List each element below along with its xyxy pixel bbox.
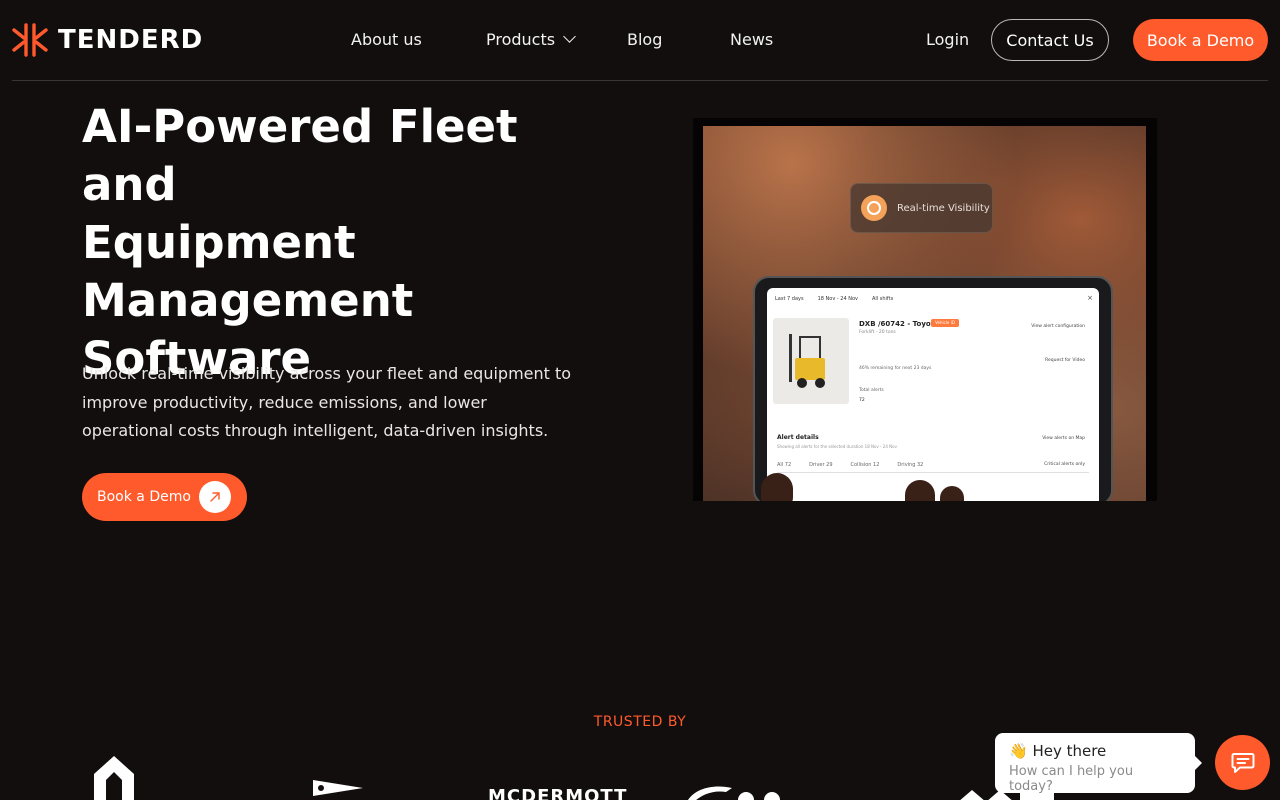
screen-total-value: 72	[859, 398, 865, 403]
chevron-down-icon	[563, 30, 576, 43]
login-link[interactable]: Login	[926, 30, 969, 49]
contact-us-button[interactable]: Contact Us	[991, 19, 1109, 61]
tablet-mockup: Last 7 days 18 Nov - 24 Nov All shifts ×…	[753, 276, 1113, 501]
screen-tab: Driving 32	[897, 462, 924, 468]
clock-icon	[861, 195, 887, 221]
realtime-visibility-label: Real-time Visibility	[897, 202, 990, 214]
hero-subtitle: Unlock real-time visibility across your …	[82, 364, 572, 440]
screen-view-alert-config: View alert configuration	[1031, 324, 1085, 329]
hero-title-line: Management	[82, 274, 414, 327]
screen-critical-only: Critical alerts only	[1044, 462, 1085, 467]
client-logo-flag-icon	[313, 780, 363, 796]
nav-products-label: Products	[486, 30, 556, 49]
tablet-screen: Last 7 days 18 Nov - 24 Nov All shifts ×…	[767, 288, 1099, 501]
chat-greeting: 👋 Hey there	[1009, 742, 1107, 760]
client-logo-arrow-icon	[94, 756, 134, 800]
screen-alert-details-sub: Showing all alerts for the selected dura…	[777, 444, 897, 449]
hero-title-line: Equipment	[82, 216, 356, 269]
screen-filter: 18 Nov - 24 Nov	[817, 296, 858, 302]
arrow-up-right-icon	[199, 481, 231, 513]
brand-name: TENDERD	[58, 25, 204, 55]
realtime-visibility-pill: Real-time Visibility	[850, 183, 993, 233]
screen-request-video: Request for Video	[1045, 358, 1085, 363]
screen-filter: Last 7 days	[775, 296, 804, 302]
chat-prompt: How can I help you today?	[1009, 764, 1134, 794]
book-demo-header-button[interactable]: Book a Demo	[1133, 19, 1268, 61]
hero-image: Real-time Visibility Last 7 days 18 Nov …	[693, 118, 1157, 501]
chat-open-button[interactable]	[1215, 735, 1270, 790]
screen-tab: All 72	[777, 462, 792, 468]
nav-news[interactable]: News	[730, 30, 773, 49]
screen-vehicle-title: DXB /60742 - Toyota	[859, 320, 939, 328]
chat-icon	[1231, 752, 1254, 773]
book-demo-hero-label: Book a Demo	[97, 489, 191, 505]
brand-logo[interactable]: TENDERD	[12, 22, 203, 58]
screen-tabs: All 72 Driver 29 Collision 12 Driving 32	[777, 462, 923, 468]
hero-title-line: AI-Powered Fleet and	[82, 100, 518, 211]
client-logo-mcdermott: MCDERMOTT	[488, 786, 628, 800]
screen-vehicle-sub: Forklift - 20 tons	[859, 330, 896, 335]
screen-filter: All shifts	[871, 296, 894, 302]
client-logo-wing-icon	[688, 786, 780, 800]
hand-finger	[761, 473, 793, 501]
nav-products[interactable]: Products	[486, 30, 576, 49]
screen-tab: Collision 12	[850, 462, 880, 468]
screen-view-on-map: View alerts on Map	[1042, 436, 1085, 441]
close-icon: ×	[1087, 294, 1093, 302]
hero-title: AI-Powered Fleet and Equipment Managemen…	[82, 98, 602, 388]
screen-vehicle-badge: Vehicle ID	[931, 319, 959, 327]
screen-filters: Last 7 days 18 Nov - 24 Nov All shifts	[775, 296, 893, 302]
forklift-image	[773, 318, 849, 404]
book-demo-hero-button[interactable]: Book a Demo	[82, 473, 247, 521]
screen-tab: Driver 29	[809, 462, 833, 468]
screen-alert-details: Alert details	[777, 434, 819, 441]
screen-data-line: 46% remaining for next 23 days	[859, 366, 932, 371]
chat-greeting-bubble[interactable]: 👋 Hey there How can I help you today?	[995, 733, 1202, 794]
screen-total-alerts: Total alerts	[859, 388, 884, 393]
nav-about[interactable]: About us	[351, 30, 422, 49]
nav-blog[interactable]: Blog	[627, 30, 662, 49]
tenderd-logo-icon	[12, 23, 48, 57]
site-header: TENDERD About us Products Blog News Logi…	[12, 0, 1268, 81]
trusted-by-label: TRUSTED BY	[593, 714, 687, 730]
